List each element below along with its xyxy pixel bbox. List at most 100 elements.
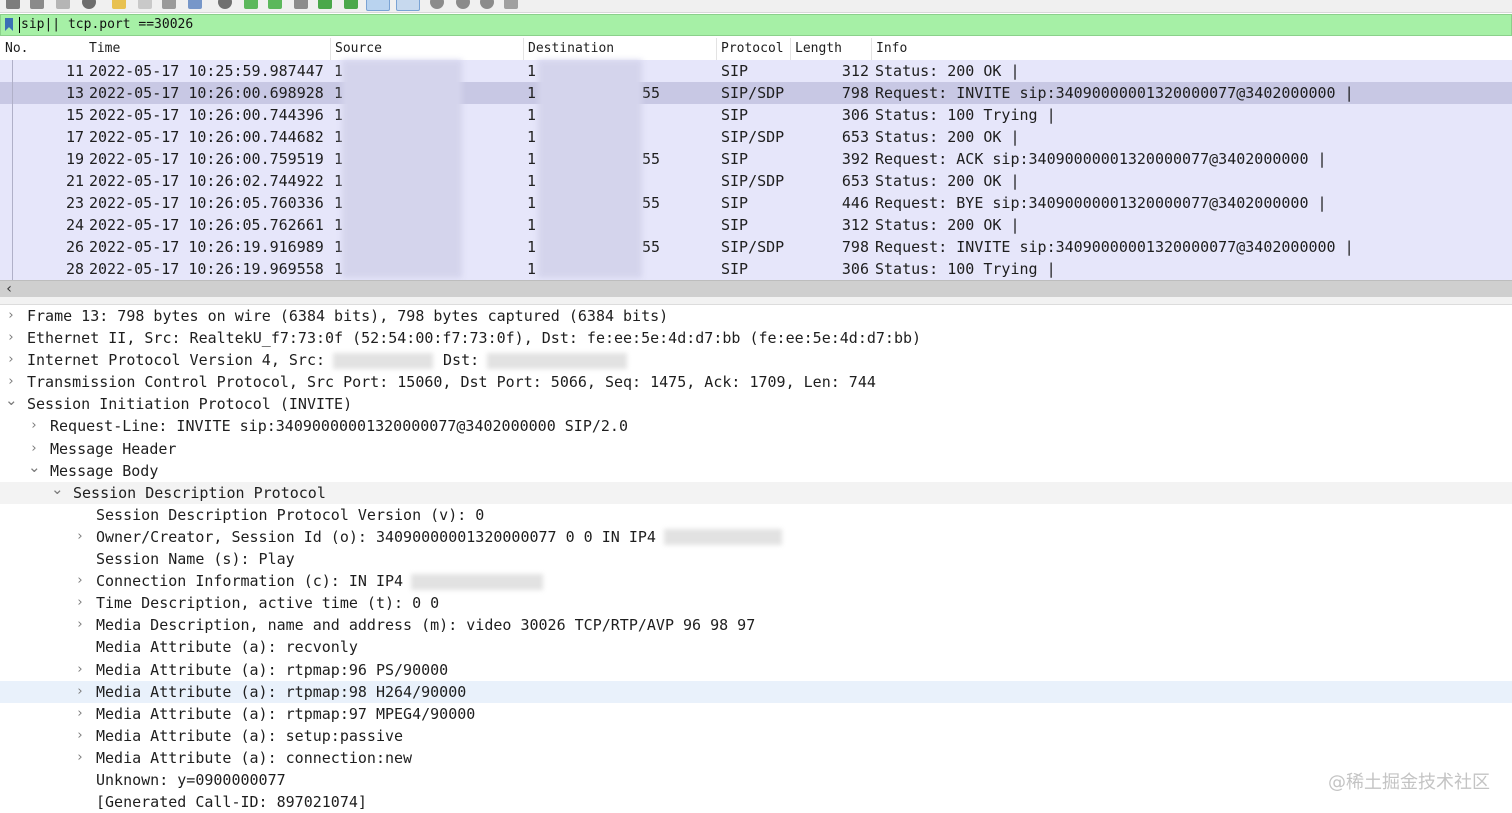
tree-item[interactable]: › Media Attribute (a): connection:new <box>0 747 1512 769</box>
expand-arrow-icon[interactable]: › <box>5 305 17 327</box>
packet-row[interactable]: 24 2022-05-17 10:26:05.762661 1 1 SIP 312 Stat… <box>0 214 1512 236</box>
column-header-protocol[interactable]: Protocol <box>721 41 784 56</box>
packet-no-cell: 21 <box>65 172 84 190</box>
tree-item[interactable]: › Media Attribute (a): rtpmap:98 H264/900… <box>0 680 1512 703</box>
tree-item-label: Session Description Protocol Version (v)… <box>96 505 485 524</box>
tree-item[interactable]: › Request-Line: INVITE sip:34090000001320… <box>0 415 1512 437</box>
tree-item[interactable]: ⌄ Session Initiation Protocol (INVITE) <box>0 391 1512 415</box>
column-header-length[interactable]: Length <box>795 41 842 56</box>
stop-capture-icon[interactable] <box>30 0 44 9</box>
zoom-in-icon[interactable] <box>430 0 444 9</box>
packet-row[interactable]: 26 2022-05-17 10:26:19.916989 1 1 55 SIP/SDP 7… <box>0 236 1512 258</box>
tree-item[interactable]: Session Description Protocol Version (v)… <box>0 504 1512 526</box>
packet-row[interactable]: 28 2022-05-17 10:26:19.969558 1 1 SIP 306 Stat… <box>0 258 1512 280</box>
tree-item-label: [Generated Call-ID: 897021074] <box>96 793 367 812</box>
packet-protocol-cell: SIP <box>721 106 749 124</box>
tree-item[interactable]: Unknown: y=0900000077 <box>0 769 1512 791</box>
packet-row[interactable]: 11 2022-05-17 10:25:59.987447 1 1 SIP 312 Stat… <box>0 60 1512 82</box>
packet-row[interactable]: 19 2022-05-17 10:26:00.759519 1 1 55 SIP 392 Re… <box>0 148 1512 170</box>
expand-arrow-icon[interactable]: › <box>5 327 17 349</box>
tree-item[interactable]: ⌄ Message Body <box>0 458 1512 482</box>
tree-item[interactable]: › Connection Information (c): IN IP4 <box>0 570 1512 592</box>
save-file-icon[interactable] <box>138 0 152 9</box>
column-header-source[interactable]: Source <box>335 41 382 56</box>
tree-item[interactable]: [Generated Call-ID: 897021074] <box>0 791 1512 813</box>
tree-item[interactable]: ⌄ Session Description Protocol <box>0 480 1512 504</box>
go-back-icon[interactable] <box>244 0 258 9</box>
tree-item-label: Frame 13: 798 bytes on wire (6384 bits),… <box>27 307 669 325</box>
packet-row[interactable]: 17 2022-05-17 10:26:00.744682 1 1 SIP/SDP 653… <box>0 126 1512 148</box>
tree-item[interactable]: Media Attribute (a): recvonly <box>0 636 1512 658</box>
tree-item[interactable]: › Message Header <box>0 438 1512 460</box>
tree-item[interactable]: › Media Attribute (a): rtpmap:97 MPEG4/90… <box>0 703 1512 725</box>
tree-item[interactable]: › Frame 13: 798 bytes on wire (6384 bits)… <box>0 305 1512 327</box>
expand-arrow-icon[interactable]: › <box>74 747 86 769</box>
packet-row[interactable]: 21 2022-05-17 10:26:02.744922 1 1 SIP/SDP 653… <box>0 170 1512 192</box>
auto-scroll-icon[interactable] <box>366 0 390 11</box>
packet-destination-cell: 1 <box>527 238 537 256</box>
capture-options-icon[interactable] <box>82 0 96 9</box>
go-forward-icon[interactable] <box>268 0 282 9</box>
pane-splitter[interactable] <box>0 297 1512 305</box>
expand-arrow-icon[interactable]: › <box>74 659 86 681</box>
packet-no-cell: 24 <box>65 216 84 234</box>
resize-columns-icon[interactable] <box>504 0 518 9</box>
column-header-info[interactable]: Info <box>876 41 907 56</box>
row-marker <box>12 170 13 192</box>
display-filter-bar[interactable]: sip|| tcp.port ==30026 <box>0 14 1512 36</box>
expand-arrow-icon[interactable]: › <box>74 703 86 725</box>
tree-item[interactable]: › Media Attribute (a): setup:passive <box>0 725 1512 747</box>
tree-item[interactable]: › Internet Protocol Version 4, Src: Dst: <box>0 349 1512 371</box>
restart-capture-icon[interactable] <box>56 0 70 9</box>
open-file-icon[interactable] <box>112 0 126 9</box>
tree-item[interactable]: › Owner/Creator, Session Id (o): 34090000… <box>0 526 1512 548</box>
packet-details-tree[interactable]: › Frame 13: 798 bytes on wire (6384 bits)… <box>0 305 1512 813</box>
packet-row[interactable]: 15 2022-05-17 10:26:00.744396 1 1 SIP 306 Stat… <box>0 104 1512 126</box>
tree-item[interactable]: › Transmission Control Protocol, Src Port… <box>0 371 1512 393</box>
go-last-icon[interactable] <box>344 0 358 9</box>
packet-list[interactable]: 11 2022-05-17 10:25:59.987447 1 1 SIP 312 Stat… <box>0 60 1512 280</box>
packet-row[interactable]: 23 2022-05-17 10:26:05.760336 1 1 55 SIP 446 Re… <box>0 192 1512 214</box>
packet-destination-tail-cell: 55 <box>642 238 661 256</box>
tree-item[interactable]: › Ethernet II, Src: RealtekU_f7:73:0f (52… <box>0 327 1512 349</box>
expand-arrow-icon[interactable]: › <box>74 526 86 548</box>
packet-protocol-cell: SIP <box>721 216 749 234</box>
tree-item-label: Connection Information (c): IN IP4 <box>96 572 404 591</box>
packet-destination-cell: 1 <box>527 106 537 124</box>
tree-item[interactable]: Session Name (s): Play <box>0 548 1512 570</box>
column-header-time[interactable]: Time <box>89 41 120 56</box>
expand-arrow-icon[interactable]: › <box>5 349 17 371</box>
collapse-arrow-icon[interactable]: ⌄ <box>51 478 64 500</box>
start-capture-icon[interactable] <box>6 0 20 9</box>
go-to-packet-icon[interactable] <box>294 0 308 9</box>
bookmark-icon[interactable] <box>5 18 13 31</box>
redacted-address <box>411 573 544 590</box>
packet-row[interactable]: 13 2022-05-17 10:26:00.698928 1 1 55 SIP/SDP 7… <box>0 82 1512 104</box>
zoom-normal-icon[interactable] <box>480 0 494 9</box>
expand-arrow-icon[interactable]: › <box>74 570 86 592</box>
tree-item[interactable]: › Media Attribute (a): rtpmap:96 PS/90000 <box>0 659 1512 681</box>
column-header-no[interactable]: No. <box>5 41 28 56</box>
row-marker <box>12 192 13 214</box>
collapse-arrow-icon[interactable]: ⌄ <box>28 456 41 478</box>
find-packet-icon[interactable] <box>218 0 232 9</box>
display-filter-input[interactable]: sip|| tcp.port ==30026 <box>21 17 193 33</box>
go-first-icon[interactable] <box>318 0 332 9</box>
reload-icon[interactable] <box>188 0 202 9</box>
colorize-icon[interactable] <box>396 0 420 11</box>
expand-arrow-icon[interactable]: › <box>74 614 86 636</box>
packet-list-horizontal-scrollbar[interactable]: ‹ <box>0 280 1512 297</box>
packet-destination-tail-cell: 55 <box>642 84 661 102</box>
tree-item[interactable]: › Media Description, name and address (m)… <box>0 614 1512 636</box>
collapse-arrow-icon[interactable]: ⌄ <box>5 389 18 411</box>
expand-arrow-icon[interactable]: › <box>74 592 86 614</box>
packet-length-cell: 653 <box>841 172 869 190</box>
close-file-icon[interactable] <box>162 0 176 9</box>
column-header-destination[interactable]: Destination <box>528 41 614 56</box>
expand-arrow-icon[interactable]: › <box>74 681 86 703</box>
expand-arrow-icon[interactable]: › <box>28 415 40 437</box>
tree-item[interactable]: › Time Description, active time (t): 0 0 <box>0 592 1512 614</box>
zoom-out-icon[interactable] <box>456 0 470 9</box>
scroll-left-arrow-icon[interactable]: ‹ <box>2 281 16 297</box>
expand-arrow-icon[interactable]: › <box>74 725 86 747</box>
